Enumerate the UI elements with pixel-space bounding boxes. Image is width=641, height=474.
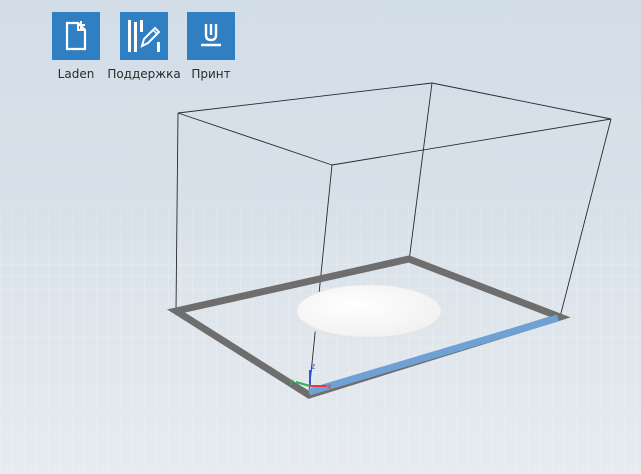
print-label: Принт [191,67,231,81]
z-axis-label: z [311,362,315,371]
disc-model[interactable] [296,284,442,338]
print-nozzle-icon [201,24,221,47]
print-tool[interactable]: Принт [171,12,251,81]
y-axis-label: y [289,377,294,386]
x-axis-label: x [327,382,332,391]
new-file-icon [65,21,87,51]
print-button[interactable] [187,12,235,60]
load-button[interactable] [52,12,100,60]
support-pencil-icon [128,20,161,52]
support-button[interactable] [120,12,168,60]
